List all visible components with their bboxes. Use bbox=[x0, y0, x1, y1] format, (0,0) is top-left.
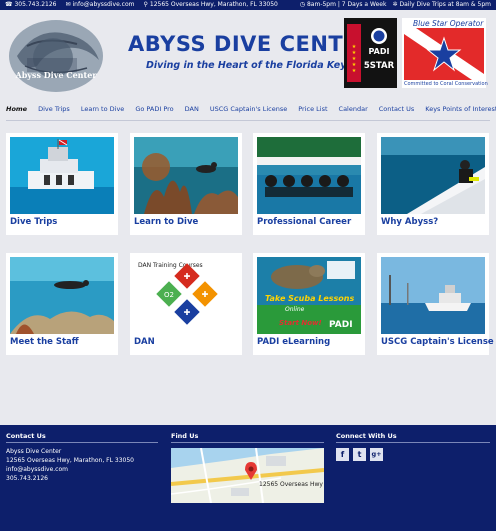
tile-padi-elearning[interactable]: Take Scuba Lessons Online Start Now! PAD… bbox=[253, 253, 365, 355]
meet-the-staff-image bbox=[10, 257, 114, 334]
footer-company: Abyss Dive Center bbox=[6, 448, 62, 455]
tile-learn-to-dive-label: Learn to Dive bbox=[134, 217, 199, 227]
elearn-brand: PADI bbox=[329, 320, 353, 330]
tile-learn-to-dive[interactable]: Learn to Dive bbox=[130, 133, 242, 235]
footer-find-rule bbox=[171, 442, 324, 443]
elearn-line2: Online bbox=[285, 306, 305, 313]
footer-connect-rule bbox=[336, 442, 490, 443]
professional-career-image bbox=[257, 137, 361, 214]
tile-dan[interactable]: DAN Training Courses ✚ ✚ O2 ✚ DAN bbox=[130, 253, 242, 355]
tile-meet-the-staff[interactable]: Meet the Staff bbox=[6, 253, 118, 355]
tile-uscg-license[interactable]: USCG Captain's License bbox=[377, 253, 494, 355]
learn-to-dive-image bbox=[134, 137, 238, 214]
google-plus-icon[interactable]: g+ bbox=[370, 448, 383, 461]
dan-training-text: DAN Training Courses bbox=[138, 262, 203, 269]
padi-elearning-image: Take Scuba Lessons Online Start Now! PAD… bbox=[257, 257, 361, 334]
twitter-icon[interactable]: t bbox=[353, 448, 366, 461]
uscg-license-image bbox=[381, 257, 485, 334]
location-map[interactable]: 12565 Overseas Hwy bbox=[171, 448, 324, 503]
why-abyss-image bbox=[381, 137, 485, 214]
facebook-icon[interactable]: f bbox=[336, 448, 349, 461]
footer-connect-title: Connect With Us bbox=[336, 432, 397, 440]
tile-professional-career-label: Professional Career bbox=[257, 217, 352, 227]
tile-padi-elearning-label: PADI eLearning bbox=[257, 337, 331, 347]
tile-dan-label: DAN bbox=[134, 337, 155, 347]
footer-email[interactable]: info@abyssdive.com bbox=[6, 466, 68, 473]
footer-phone[interactable]: 305.743.2126 bbox=[6, 475, 48, 482]
footer-address: 12565 Overseas Hwy, Marathon, FL 33050 bbox=[6, 457, 134, 464]
elearn-line1: Take Scuba Lessons bbox=[265, 294, 355, 303]
svg-text:✚: ✚ bbox=[184, 272, 191, 281]
map-pin-label: 12565 Overseas Hwy bbox=[259, 481, 323, 488]
svg-text:✚: ✚ bbox=[184, 308, 191, 317]
svg-text:O2: O2 bbox=[164, 291, 174, 299]
footer-contact-title: Contact Us bbox=[6, 432, 46, 440]
dan-image: DAN Training Courses ✚ ✚ O2 ✚ bbox=[134, 257, 238, 334]
elearn-line3: Start Now! bbox=[279, 319, 322, 327]
tile-meet-the-staff-label: Meet the Staff bbox=[10, 337, 79, 347]
tile-dive-trips-label: Dive Trips bbox=[10, 217, 58, 227]
tile-dive-trips[interactable]: Dive Trips bbox=[6, 133, 118, 235]
svg-text:✚: ✚ bbox=[202, 290, 209, 299]
dive-trips-image bbox=[10, 137, 114, 214]
tile-why-abyss-label: Why Abyss? bbox=[381, 217, 439, 227]
footer-find-title: Find Us bbox=[171, 432, 199, 440]
tile-why-abyss[interactable]: Why Abyss? bbox=[377, 133, 489, 235]
footer-contact-rule bbox=[6, 442, 158, 443]
tile-uscg-license-label: USCG Captain's License bbox=[381, 337, 494, 347]
tile-professional-career[interactable]: Professional Career bbox=[253, 133, 365, 235]
